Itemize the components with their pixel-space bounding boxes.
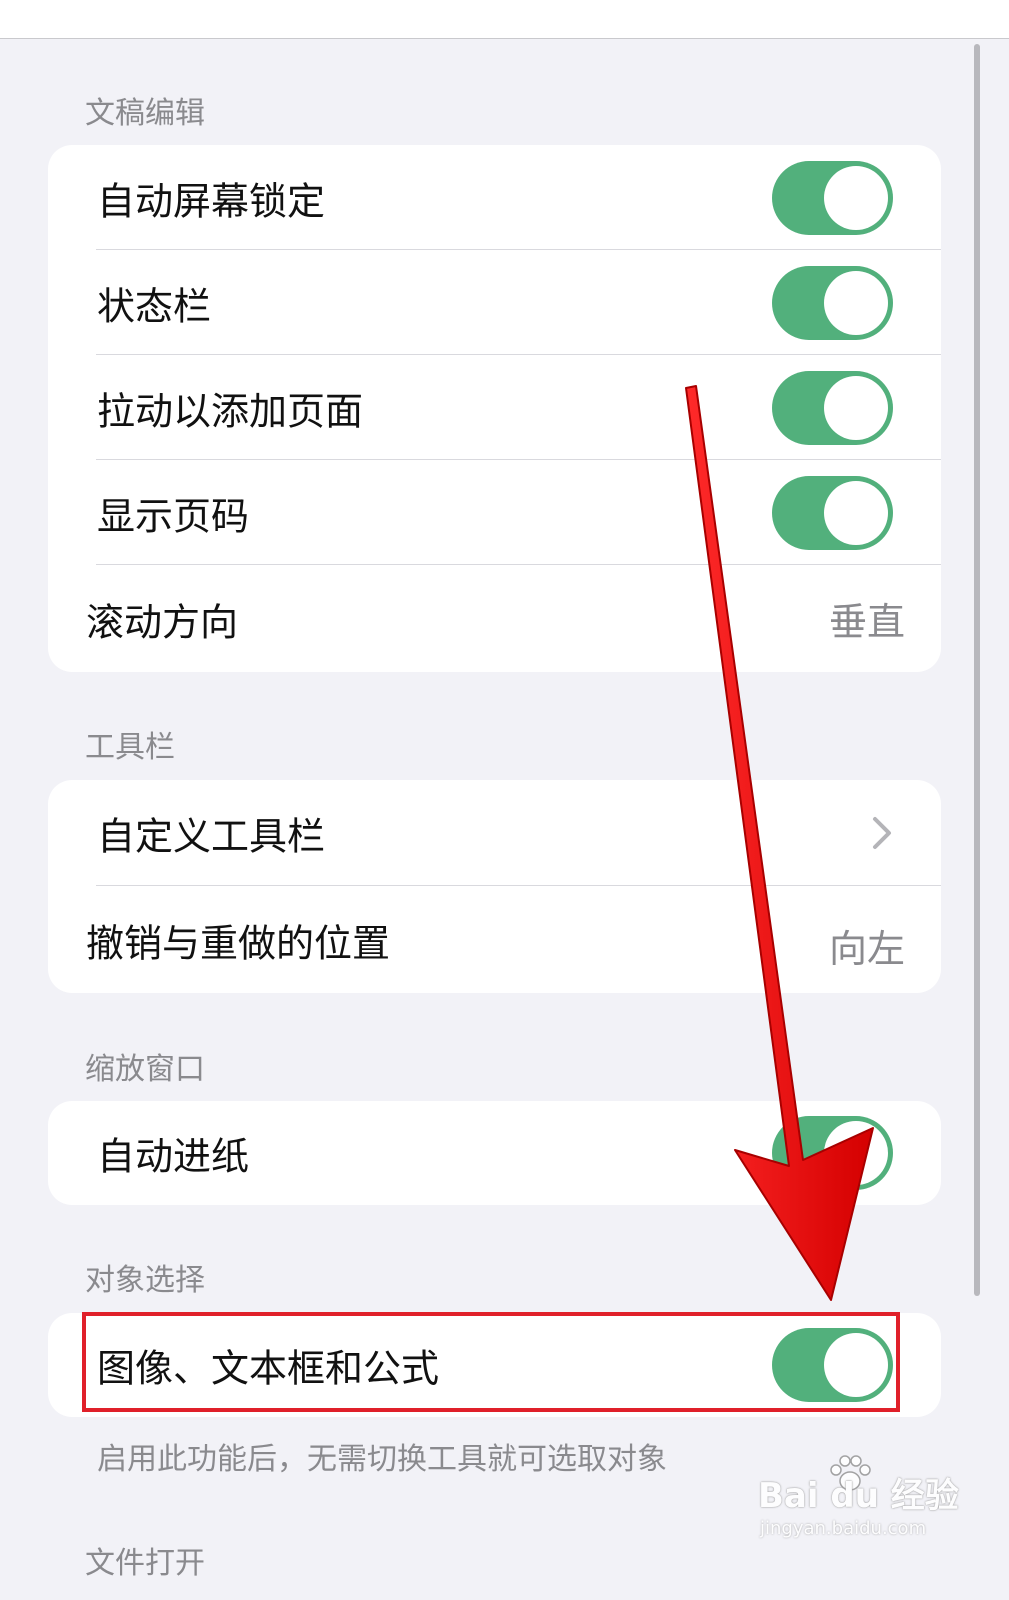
toggle-knob bbox=[824, 375, 888, 440]
toggle-knob bbox=[824, 1121, 888, 1185]
toggle-knob bbox=[824, 1333, 888, 1397]
section-header-zoom-window: 缩放窗口 bbox=[85, 1052, 205, 1087]
auto-screen-lock-toggle[interactable] bbox=[772, 160, 893, 235]
section-header-object-selection: 对象选择 bbox=[85, 1263, 205, 1298]
card-object-selection: 图像、文本框和公式 bbox=[48, 1313, 941, 1417]
toggle-knob bbox=[824, 480, 888, 545]
toggle-knob bbox=[824, 165, 888, 230]
chevron-right-icon bbox=[873, 817, 891, 849]
show-page-numbers-toggle[interactable] bbox=[772, 475, 893, 550]
row-status-bar: 状态栏 bbox=[48, 250, 941, 355]
watermark-logo: Bai du 经验 bbox=[758, 1476, 959, 1516]
row-label: 自动进纸 bbox=[97, 1134, 250, 1179]
row-label: 撤销与重做的位置 bbox=[86, 921, 391, 965]
row-label: 自定义工具栏 bbox=[97, 814, 326, 859]
section-header-file-open: 文件打开 bbox=[85, 1546, 205, 1581]
pull-to-add-page-toggle[interactable] bbox=[772, 370, 893, 445]
row-auto-screen-lock: 自动屏幕锁定 bbox=[48, 145, 941, 250]
row-images-textboxes-equations: 图像、文本框和公式 bbox=[48, 1313, 941, 1417]
watermark-url: jingyan.baidu.com bbox=[760, 1518, 927, 1539]
row-label: 图像、文本框和公式 bbox=[97, 1346, 440, 1391]
object-selection-footnote: 启用此功能后，无需切换工具就可选取对象 bbox=[97, 1442, 667, 1477]
card-toolbar: 自定义工具栏 撤销与重做的位置 向左 bbox=[48, 780, 941, 993]
row-undo-redo-position[interactable]: 撤销与重做的位置 向左 bbox=[48, 886, 941, 993]
row-label: 自动屏幕锁定 bbox=[97, 179, 326, 223]
scroll-direction-value: 垂直 bbox=[828, 600, 905, 644]
toggle-knob bbox=[824, 270, 888, 335]
row-label: 状态栏 bbox=[97, 284, 212, 328]
row-label: 滚动方向 bbox=[86, 600, 239, 644]
top-bar bbox=[0, 0, 1009, 39]
row-auto-advance: 自动进纸 bbox=[48, 1101, 941, 1205]
baidu-jingyan-watermark: Bai du 经验 jingyan.baidu.com bbox=[758, 1455, 959, 1548]
row-customize-toolbar[interactable]: 自定义工具栏 bbox=[48, 780, 941, 886]
section-header-toolbar: 工具栏 bbox=[85, 730, 175, 765]
images-textboxes-equations-toggle[interactable] bbox=[772, 1328, 893, 1402]
row-pull-to-add-page: 拉动以添加页面 bbox=[48, 355, 941, 460]
auto-advance-toggle[interactable] bbox=[772, 1116, 893, 1190]
row-label: 拉动以添加页面 bbox=[97, 389, 364, 433]
card-zoom-window: 自动进纸 bbox=[48, 1101, 941, 1205]
card-document-editing: 自动屏幕锁定 状态栏 拉动以添加页面 显示页码 滚动方向 垂直 bbox=[48, 145, 941, 672]
section-header-document-editing: 文稿编辑 bbox=[85, 96, 205, 131]
row-show-page-numbers: 显示页码 bbox=[48, 460, 941, 565]
row-label: 显示页码 bbox=[97, 494, 250, 538]
scrollbar[interactable] bbox=[974, 44, 980, 1296]
row-scroll-direction[interactable]: 滚动方向 垂直 bbox=[48, 565, 941, 672]
status-bar-toggle[interactable] bbox=[772, 265, 893, 340]
undo-redo-position-value: 向左 bbox=[828, 927, 905, 971]
